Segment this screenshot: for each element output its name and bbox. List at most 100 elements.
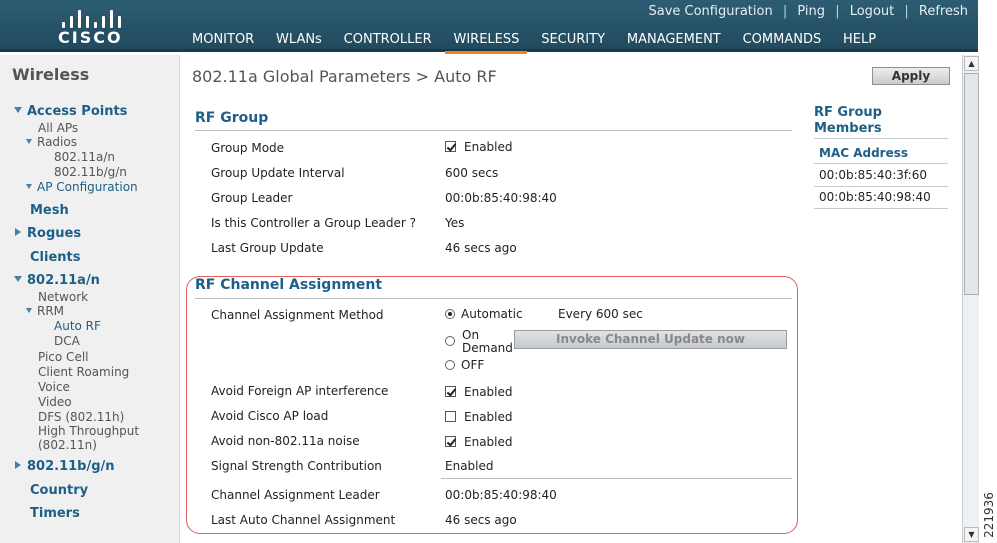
nav-wlans[interactable]: WLANs: [268, 30, 330, 51]
group-leader-value: 00:0b:85:40:98:40: [445, 191, 557, 205]
sidebar-item-80211a[interactable]: 802.11a/n: [14, 273, 100, 288]
sidebar-item-network[interactable]: Network: [38, 290, 88, 304]
rf-group-heading: RF Group: [195, 110, 269, 126]
nav-management[interactable]: MANAGEMENT: [619, 30, 729, 51]
sidebar-item-access-points[interactable]: Access Points: [14, 104, 127, 119]
last-auto-channel-value: 46 secs ago: [445, 513, 517, 527]
logo-text: CISCO: [58, 28, 123, 47]
group-mode-field: Enabled: [445, 140, 513, 154]
expand-down-icon: [26, 184, 32, 189]
cisco-bars-icon: [58, 6, 126, 28]
avoid-foreign-label: Avoid Foreign AP interference: [211, 384, 389, 398]
save-configuration-link[interactable]: Save Configuration: [648, 4, 772, 19]
refresh-link[interactable]: Refresh: [919, 4, 968, 19]
sidebar-item-radios[interactable]: Radios: [26, 135, 77, 149]
member-row: 00:0b:85:40:3f:60: [819, 168, 927, 182]
sidebar-item-radio-a[interactable]: 802.11a/n: [54, 150, 115, 164]
member-row: 00:0b:85:40:98:40: [819, 190, 931, 204]
last-group-update-label: Last Group Update: [211, 241, 324, 255]
divider: [814, 163, 948, 164]
rf-group-members-title: RF Group Members: [814, 105, 882, 136]
sidebar-item-dfs[interactable]: DFS (802.11h): [38, 410, 124, 424]
invoke-channel-update-button[interactable]: Invoke Channel Update now: [514, 330, 787, 349]
group-mode-checkbox[interactable]: [445, 141, 456, 152]
automatic-option[interactable]: Automatic: [445, 307, 523, 321]
sidebar-item-80211bg[interactable]: 802.11b/g/n: [15, 459, 115, 474]
scroll-up-icon[interactable]: ▲: [964, 56, 979, 71]
main-nav: MONITOR WLANs CONTROLLER WIRELESS SECURI…: [184, 30, 886, 54]
sidebar-item-clients[interactable]: Clients: [30, 250, 80, 265]
nav-wireless[interactable]: WIRELESS: [445, 30, 528, 54]
ping-link[interactable]: Ping: [797, 4, 825, 19]
divider: [195, 130, 792, 131]
last-group-update-value: 46 secs ago: [445, 241, 517, 255]
logout-link[interactable]: Logout: [850, 4, 895, 19]
sidebar: Wireless Access Points All APs Radios 80…: [0, 55, 180, 543]
avoid-cisco-load-label: Avoid Cisco AP load: [211, 409, 329, 423]
channel-leader-value: 00:0b:85:40:98:40: [445, 488, 557, 502]
channel-leader-label: Channel Assignment Leader: [211, 488, 380, 502]
expand-down-icon: [26, 139, 32, 144]
sidebar-item-rrm[interactable]: RRM: [26, 304, 64, 318]
apply-button[interactable]: Apply: [872, 67, 950, 85]
sidebar-item-radio-bg[interactable]: 802.11b/g/n: [54, 165, 127, 179]
sidebar-item-all-aps[interactable]: All APs: [38, 121, 78, 135]
page-title: 802.11a Global Parameters > Auto RF: [192, 67, 497, 86]
sidebar-item-voice[interactable]: Voice: [38, 380, 70, 394]
sidebar-item-auto-rf[interactable]: Auto RF: [54, 319, 101, 333]
off-option[interactable]: OFF: [445, 358, 484, 372]
nav-controller[interactable]: CONTROLLER: [336, 30, 440, 51]
avoid-cisco-load-checkbox[interactable]: [445, 411, 456, 422]
sidebar-item-rogues[interactable]: Rogues: [15, 226, 81, 241]
sidebar-title: Wireless: [12, 65, 90, 84]
last-auto-channel-label: Last Auto Channel Assignment: [211, 513, 396, 527]
avoid-noise-field: Enabled: [445, 435, 513, 449]
figure-code: 221936: [981, 492, 996, 538]
divider: [814, 138, 948, 139]
sidebar-item-client-roaming[interactable]: Client Roaming: [38, 365, 129, 379]
expand-down-icon: [14, 276, 22, 282]
group-update-interval-label: Group Update Interval: [211, 166, 345, 180]
signal-strength-label: Signal Strength Contribution: [211, 459, 382, 473]
signal-strength-value: Enabled: [445, 459, 494, 473]
off-radio[interactable]: [445, 360, 455, 370]
nav-security[interactable]: SECURITY: [533, 30, 613, 51]
avoid-noise-label: Avoid non-802.11a noise: [211, 434, 360, 448]
avoid-foreign-field: Enabled: [445, 385, 513, 399]
avoid-noise-checkbox[interactable]: [445, 436, 456, 447]
nav-help[interactable]: HELP: [835, 30, 884, 51]
sidebar-item-dca[interactable]: DCA: [54, 334, 80, 348]
expand-right-icon: [15, 228, 21, 236]
on-demand-radio[interactable]: [445, 336, 455, 346]
group-update-interval-value: 600 secs: [445, 166, 499, 180]
nav-monitor[interactable]: MONITOR: [184, 30, 262, 51]
automatic-radio[interactable]: [445, 309, 455, 319]
channel-method-label: Channel Assignment Method: [211, 308, 384, 322]
expand-down-icon: [14, 107, 22, 113]
sidebar-item-video[interactable]: Video: [38, 395, 72, 409]
mac-address-header: MAC Address: [819, 146, 909, 160]
expand-down-icon: [26, 308, 32, 313]
sidebar-item-country[interactable]: Country: [30, 483, 88, 498]
is-leader-value: Yes: [445, 216, 465, 230]
sidebar-item-high-throughput[interactable]: High Throughput (802.11n): [38, 424, 139, 452]
group-leader-label: Group Leader: [211, 191, 293, 205]
cisco-logo: CISCO: [52, 6, 132, 48]
sidebar-item-ap-configuration[interactable]: AP Configuration: [26, 180, 138, 194]
top-links: Save Configuration | Ping | Logout | Ref…: [648, 4, 968, 19]
sidebar-item-mesh[interactable]: Mesh: [30, 203, 69, 218]
is-leader-label: Is this Controller a Group Leader ?: [211, 216, 417, 230]
avoid-foreign-checkbox[interactable]: [445, 386, 456, 397]
vertical-scrollbar[interactable]: ▲ ▼: [962, 55, 979, 543]
scroll-thumb[interactable]: [964, 73, 979, 295]
nav-commands[interactable]: COMMANDS: [735, 30, 830, 51]
scroll-down-icon[interactable]: ▼: [964, 527, 979, 542]
expand-right-icon: [15, 461, 21, 469]
avoid-cisco-load-field: Enabled: [445, 410, 513, 424]
sidebar-item-timers[interactable]: Timers: [30, 506, 80, 521]
header-bar: CISCO Save Configuration | Ping | Logout…: [0, 0, 978, 54]
sidebar-item-pico-cell[interactable]: Pico Cell: [38, 350, 89, 364]
main-content: 802.11a Global Parameters > Auto RF Appl…: [184, 55, 960, 543]
group-mode-label: Group Mode: [211, 141, 285, 155]
divider: [814, 186, 948, 187]
